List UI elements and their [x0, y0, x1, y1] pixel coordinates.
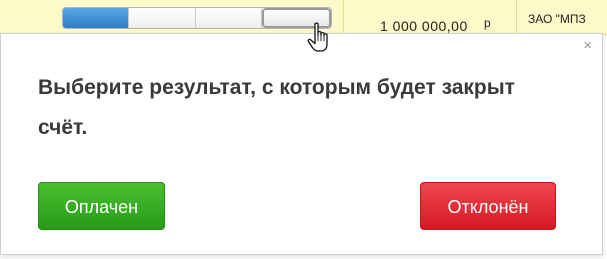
- hand-pointer-icon: [307, 22, 328, 52]
- amount-value: 1 000 000,00: [380, 18, 468, 34]
- deal-table-row[interactable]: 1 000 000,00 р ЗАО "МПЗ: [0, 0, 607, 35]
- rejected-button[interactable]: Отклонён: [420, 182, 556, 230]
- paid-button[interactable]: Оплачен: [38, 182, 165, 230]
- currency-value: р: [484, 16, 491, 30]
- dialog-message: Выберите результат, с которым будет закр…: [38, 76, 515, 139]
- screen: 1 000 000,00 р ЗАО "МПЗ × Выберите резул…: [0, 0, 607, 259]
- stage-progress-bar[interactable]: [62, 7, 332, 29]
- stage-segment-1[interactable]: [63, 8, 130, 28]
- stage-segment-2[interactable]: [129, 8, 196, 28]
- cell-divider: [516, 0, 517, 34]
- stage-segment-3[interactable]: [196, 8, 262, 28]
- close-invoice-dialog: × Выберите результат, с которым будет за…: [0, 33, 603, 255]
- company-name: ЗАО "МПЗ: [528, 12, 586, 26]
- close-icon[interactable]: ×: [583, 38, 592, 53]
- cell-divider: [343, 0, 344, 34]
